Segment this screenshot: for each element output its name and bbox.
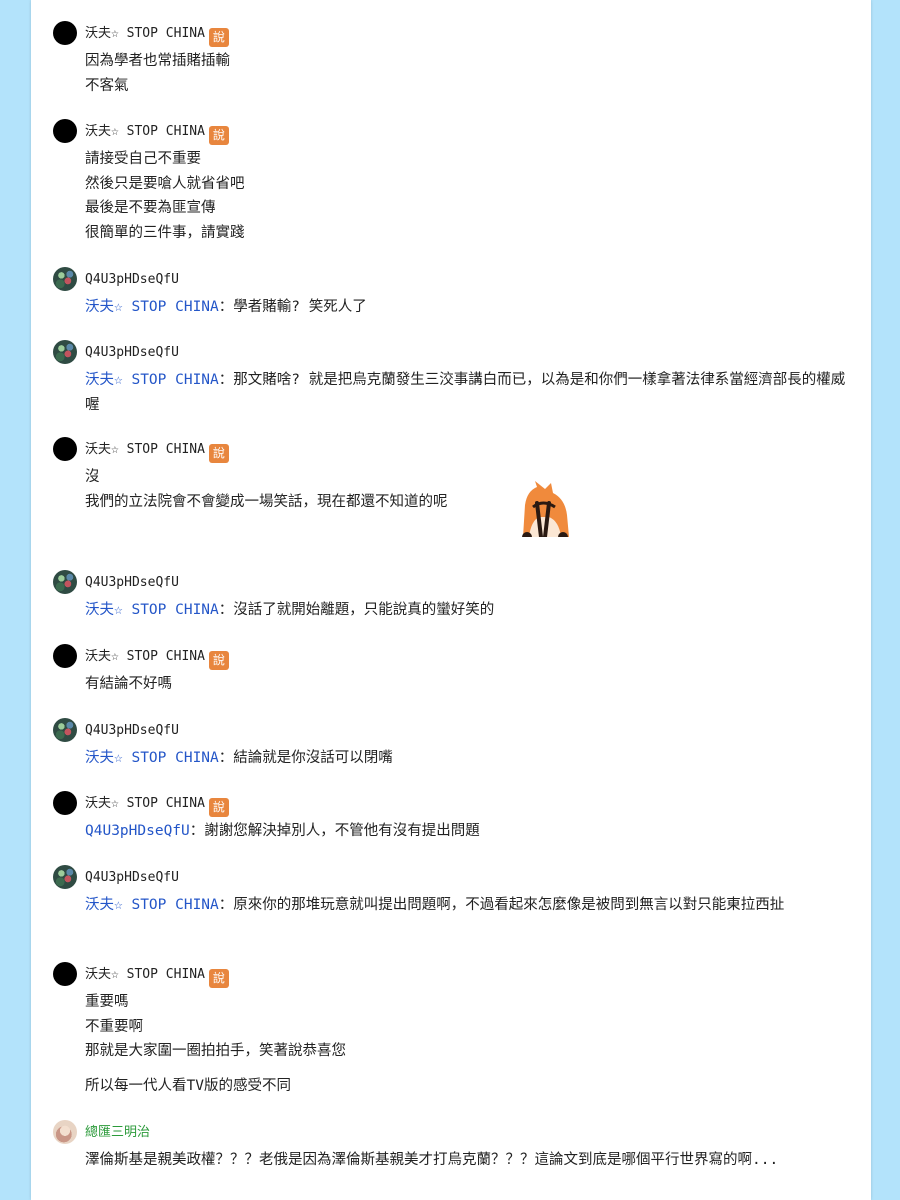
- comment-item: 沃夫☆ STOP CHINA 說 沒 我們的立法院會不會變成一場笑話，現在都還不知…: [53, 437, 853, 537]
- user-avatar[interactable]: [53, 119, 77, 143]
- mention-link[interactable]: 沃夫☆ STOP CHINA: [85, 372, 219, 388]
- mention-link[interactable]: 沃夫☆ STOP CHINA: [85, 897, 219, 913]
- user-avatar[interactable]: [53, 570, 77, 594]
- user-avatar[interactable]: [53, 718, 77, 742]
- comment-text: Q4U3pHDseQfU：謝謝您解決掉別人，不管他有沒有提出問題: [85, 823, 480, 839]
- username[interactable]: Q4U3pHDseQfU: [85, 272, 179, 288]
- comment-text: 沃夫☆ STOP CHINA：學者賭輸? 笑死人了: [85, 299, 367, 315]
- say-badge-icon: 說: [208, 28, 229, 47]
- username[interactable]: 總匯三明治: [85, 1125, 150, 1141]
- mention-link[interactable]: 沃夫☆ STOP CHINA: [85, 299, 219, 315]
- user-avatar[interactable]: [53, 791, 77, 815]
- say-badge-icon: 說: [208, 798, 229, 817]
- comment-item: 沃夫☆ STOP CHINA 說 有結論不好嗎: [53, 644, 853, 697]
- comment-text: 有結論不好嗎: [85, 676, 172, 692]
- user-avatar[interactable]: [53, 21, 77, 45]
- comment-item: 沃夫☆ STOP CHINA 說 Q4U3pHDseQfU：謝謝您解決掉別人，不管…: [53, 791, 853, 844]
- comment-panel: 沃夫☆ STOP CHINA 說 因為學者也常插賭插輸 不客氣 沃夫☆ STOP …: [31, 0, 871, 1200]
- username[interactable]: 沃夫☆ STOP CHINA 說: [85, 796, 229, 817]
- username[interactable]: 沃夫☆ STOP CHINA 說: [85, 442, 229, 463]
- username[interactable]: 沃夫☆ STOP CHINA 說: [85, 649, 229, 670]
- username[interactable]: Q4U3pHDseQfU: [85, 345, 179, 361]
- mention-link[interactable]: 沃夫☆ STOP CHINA: [85, 602, 219, 618]
- say-badge-icon: 說: [208, 651, 229, 670]
- username[interactable]: 沃夫☆ STOP CHINA 說: [85, 124, 229, 145]
- comment-text: 沃夫☆ STOP CHINA：原來你的那堆玩意就叫提出問題啊，不過看起來怎麼像是…: [85, 897, 785, 913]
- comment-text: 沃夫☆ STOP CHINA：結論就是你沒話可以閉嘴: [85, 750, 393, 766]
- comment-item: Q4U3pHDseQfU 沃夫☆ STOP CHINA：結論就是你沒話可以閉嘴: [53, 718, 853, 771]
- mention-link[interactable]: 沃夫☆ STOP CHINA: [85, 750, 219, 766]
- comment-text: 沃夫☆ STOP CHINA：那文賭啥? 就是把烏克蘭發生三洨事講白而已，以為是…: [85, 372, 846, 413]
- username[interactable]: 沃夫☆ STOP CHINA 說: [85, 26, 229, 47]
- user-avatar[interactable]: [53, 865, 77, 889]
- say-badge-icon: 說: [208, 444, 229, 463]
- user-avatar[interactable]: [53, 340, 77, 364]
- comment-text: 因為學者也常插賭插輸 不客氣: [85, 53, 230, 94]
- username[interactable]: Q4U3pHDseQfU: [85, 575, 179, 591]
- comment-text: 沃夫☆ STOP CHINA：沒話了就開始離題，只能說真的蠻好笑的: [85, 602, 495, 618]
- user-avatar[interactable]: [53, 1120, 77, 1144]
- username[interactable]: Q4U3pHDseQfU: [85, 870, 179, 886]
- username[interactable]: 沃夫☆ STOP CHINA 說: [85, 967, 229, 988]
- comment-text: 請接受自己不重要 然後只是要嗆人就省省吧 最後是不要為匪宣傳 很簡單的三件事，請…: [85, 151, 245, 241]
- mention-link[interactable]: Q4U3pHDseQfU: [85, 823, 190, 839]
- comment-text: 重要嗎 不重要啊 那就是大家圍一圈拍拍手，笑著說恭喜您 所以每一代人看TV版的感…: [85, 994, 346, 1094]
- comment-item: Q4U3pHDseQfU 沃夫☆ STOP CHINA：學者賭輸? 笑死人了: [53, 267, 853, 320]
- comment-item: 沃夫☆ STOP CHINA 說 因為學者也常插賭插輸 不客氣: [53, 21, 853, 98]
- say-badge-icon: 說: [208, 126, 229, 145]
- user-avatar[interactable]: [53, 644, 77, 668]
- comment-text: 沒 我們的立法院會不會變成一場笑話，現在都還不知道的呢: [85, 469, 448, 510]
- comment-item: 沃夫☆ STOP CHINA 說 重要嗎 不重要啊 那就是大家圍一圈拍拍手，笑著說…: [53, 962, 853, 1098]
- user-avatar[interactable]: [53, 437, 77, 461]
- user-avatar[interactable]: [53, 267, 77, 291]
- say-badge-icon: 說: [208, 969, 229, 988]
- user-avatar[interactable]: [53, 962, 77, 986]
- comment-item: 總匯三明治 澤倫斯基是親美政權？？？老俄是因為澤倫斯基親美才打烏克蘭？？？這論文…: [53, 1120, 853, 1173]
- username[interactable]: Q4U3pHDseQfU: [85, 723, 179, 739]
- fox-sticker-icon: [522, 481, 569, 537]
- comment-text: 澤倫斯基是親美政權？？？老俄是因為澤倫斯基親美才打烏克蘭？？？這論文到底是哪個平…: [85, 1152, 779, 1168]
- comment-item: 沃夫☆ STOP CHINA 說 請接受自己不重要 然後只是要嗆人就省省吧 最後是…: [53, 119, 853, 245]
- comment-item: Q4U3pHDseQfU 沃夫☆ STOP CHINA：沒話了就開始離題，只能說…: [53, 570, 853, 623]
- comment-item: Q4U3pHDseQfU 沃夫☆ STOP CHINA：原來你的那堆玩意就叫提出…: [53, 865, 853, 918]
- comment-item: Q4U3pHDseQfU 沃夫☆ STOP CHINA：那文賭啥? 就是把烏克蘭…: [53, 340, 853, 417]
